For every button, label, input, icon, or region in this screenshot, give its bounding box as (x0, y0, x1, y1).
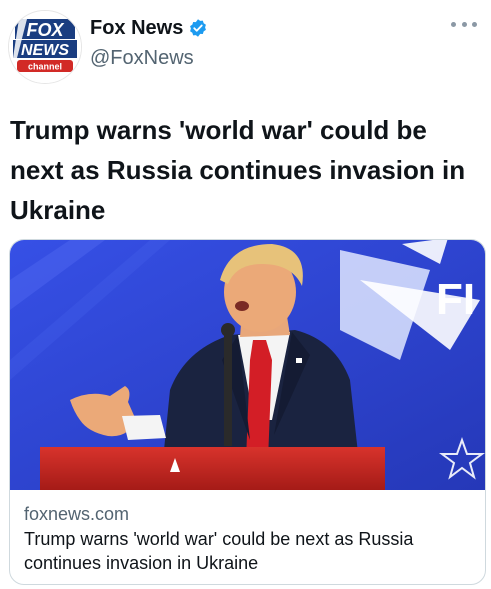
more-options-icon[interactable] (451, 14, 477, 34)
logo-text-fox: FOX (26, 20, 64, 40)
background-sign-text: FI (436, 275, 475, 324)
card-image: FI (10, 240, 485, 490)
fox-news-logo-icon: FOX NEWS channel (9, 11, 81, 83)
verified-badge-icon (188, 18, 208, 38)
author-info: Fox News @FoxNews (90, 14, 208, 72)
tweet-header: FOX NEWS channel Fox News @FoxNews (0, 0, 491, 90)
card-title[interactable]: Trump warns 'world war' could be next as… (24, 527, 474, 575)
user-handle[interactable]: @FoxNews (90, 44, 208, 72)
display-name[interactable]: Fox News (90, 14, 183, 42)
card-domain[interactable]: foxnews.com (24, 502, 129, 526)
tweet-text: Trump warns 'world war' could be next as… (10, 115, 466, 225)
logo-text-news: NEWS (21, 42, 69, 59)
avatar[interactable]: FOX NEWS channel (8, 10, 82, 84)
name-row: Fox News (90, 14, 208, 42)
news-photo-icon: FI (10, 240, 485, 490)
logo-text-channel: channel (28, 62, 62, 72)
link-card[interactable]: FI foxnews.com Trump warns 'world war' c… (9, 239, 486, 585)
